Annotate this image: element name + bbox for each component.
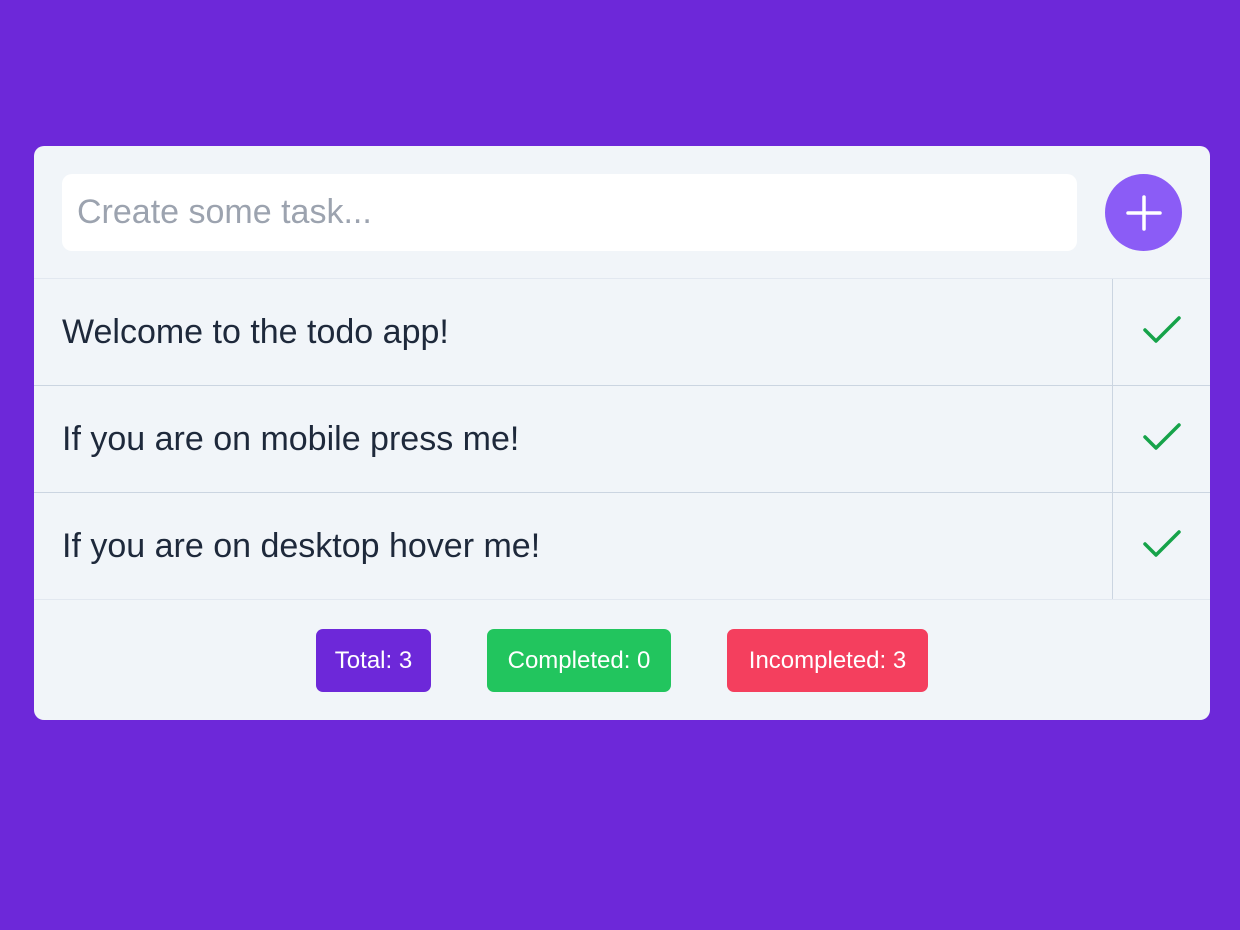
task-item[interactable]: If you are on mobile press me! [34,386,1210,493]
task-text: If you are on desktop hover me! [62,527,541,565]
incompleted-badge: Incompleted: 3 [727,629,928,692]
total-badge: Total: 3 [316,629,431,692]
task-list: Welcome to the todo app! If you are on m… [34,279,1210,600]
complete-task-button[interactable] [1112,279,1210,385]
check-icon [1142,314,1182,351]
complete-task-button[interactable] [1112,493,1210,599]
app-page: Welcome to the todo app! If you are on m… [0,0,1240,930]
plus-icon [1124,193,1164,233]
task-item[interactable]: Welcome to the todo app! [34,279,1210,386]
complete-task-button[interactable] [1112,386,1210,492]
task-input-row [34,146,1210,279]
todo-card: Welcome to the todo app! If you are on m… [34,146,1210,720]
completed-badge: Completed: 0 [487,629,671,692]
check-icon [1142,421,1182,458]
task-item[interactable]: If you are on desktop hover me! [34,493,1210,600]
task-text: If you are on mobile press me! [62,420,520,458]
add-task-button[interactable] [1105,174,1182,251]
task-input[interactable] [62,174,1077,251]
task-text: Welcome to the todo app! [62,313,449,351]
task-stats: Total: 3 Completed: 0 Incompleted: 3 [34,600,1210,720]
check-icon [1142,528,1182,565]
